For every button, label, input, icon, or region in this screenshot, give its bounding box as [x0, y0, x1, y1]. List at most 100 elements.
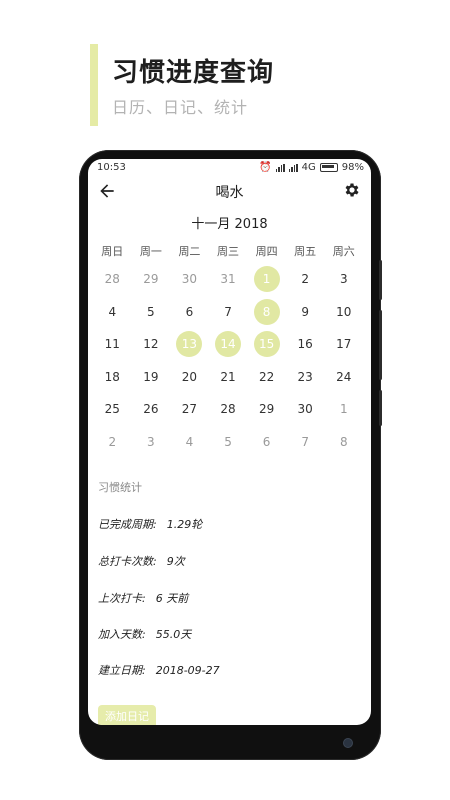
calendar-day-number: 24	[336, 369, 352, 384]
weekday-label: 周五	[294, 245, 317, 258]
calendar-day[interactable]: 22	[247, 364, 286, 390]
calendar-day[interactable]: 4	[93, 299, 132, 325]
calendar-day-checked[interactable]: 13	[170, 331, 209, 358]
weekday-label: 周一	[139, 245, 162, 258]
calendar-day-number: 19	[143, 369, 159, 384]
app-bar: 喝水	[88, 177, 371, 207]
calendar-day[interactable]: 7	[209, 299, 248, 325]
hero-title: 习惯进度查询	[112, 58, 275, 88]
calendar-day[interactable]: 27	[170, 396, 209, 422]
calendar-day-number: 30	[297, 402, 313, 417]
calendar-day-number: 1	[339, 402, 348, 417]
volume-button	[379, 260, 382, 300]
calendar-day-number: 23	[297, 369, 313, 384]
calendar-day[interactable]: 6	[170, 299, 209, 325]
calendar-week-row: 18 19 20 21 22 23 24	[93, 361, 363, 394]
stat-total-checkins: 总打卡次数: 9次	[98, 553, 185, 569]
hero-subtitle: 日历、日记、统计	[112, 98, 249, 117]
calendar-day[interactable]: 28	[93, 266, 132, 292]
calendar-day-number: 29	[258, 402, 275, 417]
stats-section-title: 习惯统计	[98, 481, 142, 494]
calendar-week-row: 28 29 30 31 1 2 3	[93, 263, 363, 296]
calendar-day-number: 10	[336, 304, 352, 319]
calendar-day[interactable]: 3	[132, 429, 171, 455]
stat-days-joined: 加入天数: 55.0天	[98, 626, 191, 642]
calendar-day[interactable]: 30	[286, 396, 325, 422]
calendar-day[interactable]: 16	[286, 331, 325, 357]
calendar-day[interactable]: 2	[286, 266, 325, 292]
calendar-day[interactable]: 12	[132, 331, 171, 357]
calendar-day[interactable]: 1	[324, 396, 363, 422]
calendar-day[interactable]: 25	[93, 396, 132, 422]
calendar-grid: 28 29 30 31 1 2 3 4 5 6 7 8 9 10 11 12 13 14 15 16 17 18 19 20 2…	[93, 263, 363, 458]
calendar-day-number: 26	[143, 402, 159, 417]
calendar-day[interactable]: 26	[132, 396, 171, 422]
calendar-day-number: 28	[104, 272, 120, 287]
battery-level: 98%	[341, 162, 364, 173]
stat-completed-cycles: 已完成周期: 1.29轮	[98, 516, 202, 532]
calendar-day[interactable]: 11	[93, 331, 132, 357]
calendar-day-number: 7	[301, 434, 309, 449]
calendar-day-number: 14	[215, 331, 242, 358]
calendar-day-number: 12	[143, 337, 159, 352]
status-time: 10:53	[97, 162, 126, 173]
calendar-day[interactable]: 5	[132, 299, 171, 325]
weekday-label: 周六	[332, 245, 355, 258]
calendar-day[interactable]: 21	[209, 364, 248, 390]
calendar-day[interactable]: 3	[324, 266, 363, 292]
calendar-day-number: 4	[185, 434, 194, 449]
weekday-label: 周三	[217, 245, 240, 258]
calendar-day[interactable]: 5	[209, 429, 248, 455]
calendar-day[interactable]: 24	[324, 364, 363, 390]
camera-dot	[343, 738, 353, 748]
calendar-day[interactable]: 29	[247, 396, 286, 422]
battery-icon	[319, 163, 338, 172]
calendar-day[interactable]: 17	[324, 331, 363, 357]
gear-icon[interactable]	[343, 181, 361, 199]
calendar-day-checked[interactable]: 15	[247, 331, 286, 358]
calendar-day-number: 8	[339, 434, 348, 449]
calendar-day-number: 2	[108, 434, 117, 449]
status-bar: 10:53 ⏰ 4G 98%	[88, 159, 371, 177]
calendar-day-number: 16	[297, 337, 313, 352]
calendar-day-number: 6	[185, 304, 194, 319]
calendar-day[interactable]: 9	[286, 299, 325, 325]
add-diary-button[interactable]: 添加日记	[98, 705, 156, 725]
stat-value: 2018-09-27	[155, 664, 220, 677]
calendar-day-checked[interactable]: 8	[247, 298, 286, 325]
calendar-day[interactable]: 23	[286, 364, 325, 390]
calendar-day[interactable]: 29	[132, 266, 171, 292]
calendar-day[interactable]: 19	[132, 364, 171, 390]
stat-label: 总打卡次数:	[98, 555, 157, 568]
calendar-day[interactable]: 6	[247, 429, 286, 455]
calendar-day[interactable]: 20	[170, 364, 209, 390]
stat-value: 6 天前	[155, 592, 189, 605]
calendar-day[interactable]: 18	[93, 364, 132, 390]
status-icons: ⏰ 4G 98%	[259, 162, 364, 173]
calendar-day[interactable]: 10	[324, 299, 363, 325]
calendar-day[interactable]: 7	[286, 429, 325, 455]
signal-icon-2	[288, 163, 298, 172]
calendar-day[interactable]: 4	[170, 429, 209, 455]
calendar-day-number: 9	[301, 304, 309, 319]
stat-created-date: 建立日期: 2018-09-27	[98, 662, 220, 678]
calendar-day-checked[interactable]: 14	[209, 331, 248, 358]
calendar-day-checked[interactable]: 1	[247, 266, 286, 293]
calendar-day[interactable]: 2	[93, 429, 132, 455]
stat-value: 1.29轮	[166, 518, 203, 531]
calendar-day[interactable]: 31	[209, 266, 248, 292]
calendar-day-number: 17	[336, 337, 352, 352]
calendar-day-number: 3	[339, 272, 348, 287]
calendar-day[interactable]: 28	[209, 396, 248, 422]
calendar-day-number: 3	[147, 434, 155, 449]
calendar-day[interactable]: 8	[324, 429, 363, 455]
calendar-day-number: 11	[104, 337, 120, 352]
weekday-label: 周日	[101, 245, 124, 258]
calendar-day-number: 4	[108, 304, 117, 319]
network-label: 4G	[301, 162, 316, 173]
calendar-day-number: 8	[253, 298, 280, 325]
calendar-day-number: 30	[181, 272, 198, 287]
calendar-day-number: 31	[220, 272, 236, 287]
calendar-day-number: 7	[224, 304, 232, 319]
calendar-day[interactable]: 30	[170, 266, 209, 292]
